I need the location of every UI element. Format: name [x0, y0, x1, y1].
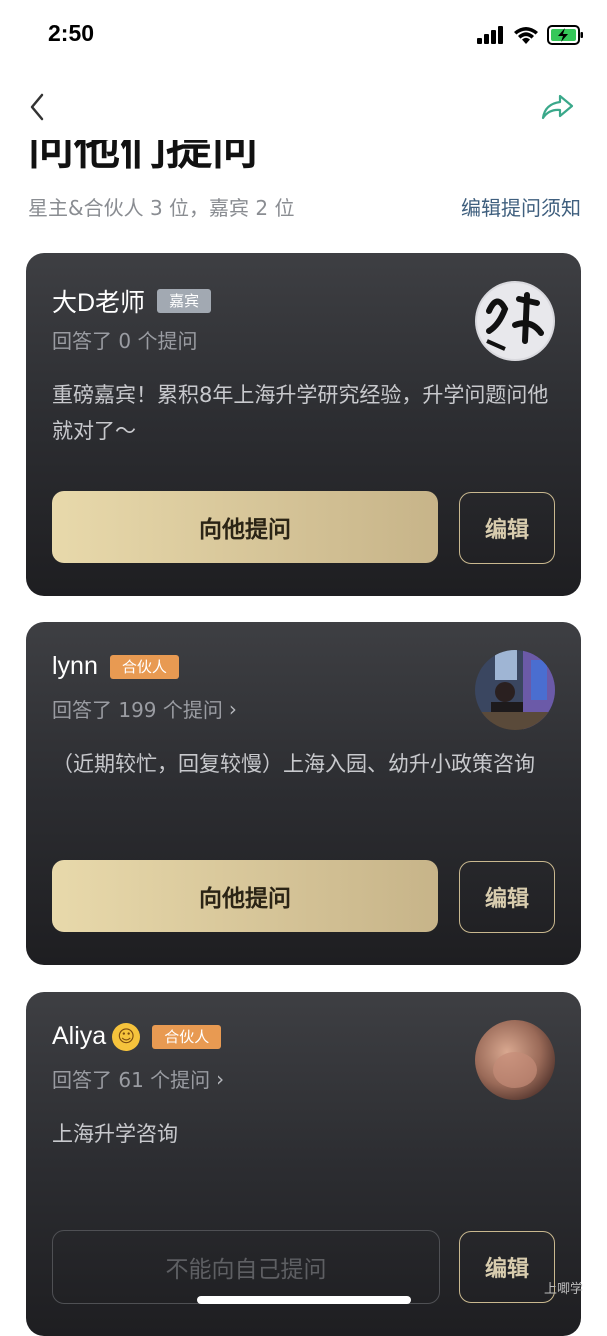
member-name: lynn: [52, 652, 98, 680]
photo-avatar-image: [475, 1020, 555, 1100]
ask-button[interactable]: 向他提问: [52, 491, 438, 563]
ask-button[interactable]: 向他提问: [52, 860, 438, 932]
edit-button[interactable]: 编辑: [459, 492, 555, 564]
chevron-left-icon: [30, 93, 44, 121]
chevron-right-icon: ›: [216, 1066, 225, 1091]
partner-badge: 合伙人: [109, 654, 179, 679]
wifi-icon: [514, 26, 538, 44]
member-description: 重磅嘉宾！累积8年上海升学研究经验，升学问题问他就对了～: [52, 383, 549, 443]
member-description: 上海升学咨询: [52, 1122, 178, 1146]
partner-badge: 合伙人: [152, 1024, 222, 1049]
member-name: 大D老师: [52, 289, 146, 317]
member-name-row: lynn 合伙人: [52, 652, 179, 681]
answered-count-text: 回答了 199 个提问: [52, 698, 223, 722]
answered-count[interactable]: 回答了 61 个提问 ›: [52, 1064, 224, 1093]
share-arrow-icon: [541, 94, 574, 120]
chevron-right-icon: ›: [228, 696, 237, 721]
ask-button-disabled: 不能向自己提问: [52, 1230, 440, 1304]
back-button[interactable]: [20, 90, 54, 124]
photo-avatar-image: [475, 650, 555, 730]
status-icons: [477, 25, 585, 45]
avatar[interactable]: [475, 1020, 555, 1100]
member-name: Aliya: [52, 1022, 107, 1050]
avatar[interactable]: [475, 281, 555, 361]
edit-button[interactable]: 编辑: [459, 1231, 555, 1303]
answered-count[interactable]: 回答了 199 个提问 ›: [52, 694, 237, 723]
member-name-row: Aliya ☺ 合伙人: [52, 1022, 222, 1051]
answered-count-text: 回答了 61 个提问: [52, 1068, 211, 1092]
guest-badge: 嘉宾: [157, 289, 212, 313]
home-indicator: [197, 1296, 411, 1304]
signal-icon: [477, 26, 503, 44]
subtitle-row: 星主&合伙人 3 位，嘉宾 2 位 编辑提问须知: [28, 190, 581, 222]
member-description: （近期较忙，回复较慢）上海入园、幼升小政策咨询: [52, 752, 535, 776]
avatar[interactable]: [475, 650, 555, 730]
status-bar: 2:50: [0, 0, 607, 74]
calligraphy-avatar-image: [475, 281, 555, 361]
nav-bar: [0, 84, 607, 130]
battery-charging-icon: [547, 25, 583, 45]
edit-notice-link[interactable]: 编辑提问须知: [461, 192, 581, 221]
smile-emoji-icon: ☺: [112, 1022, 141, 1051]
answered-count: 回答了 0 个提问: [52, 325, 197, 354]
status-time: 2:50: [48, 20, 95, 46]
member-card: lynn 合伙人 回答了 199 个提问 › （近期较忙，回复较慢）上海入园、幼…: [26, 622, 581, 965]
watermark: 上唧学: [544, 1282, 584, 1297]
member-name-row: 大D老师 嘉宾: [52, 283, 212, 319]
share-button[interactable]: [537, 90, 577, 124]
member-card: 大D老师 嘉宾 回答了 0 个提问 重磅嘉宾！累积8年上海升学研究经验，升学问题…: [26, 253, 581, 596]
edit-button[interactable]: 编辑: [459, 861, 555, 933]
answered-count-text: 回答了 0 个提问: [52, 329, 198, 353]
member-card: Aliya ☺ 合伙人 回答了 61 个提问 › 上海升学咨询 不能向自己提问 …: [26, 992, 581, 1336]
member-count-text: 星主&合伙人 3 位，嘉宾 2 位: [28, 195, 295, 220]
